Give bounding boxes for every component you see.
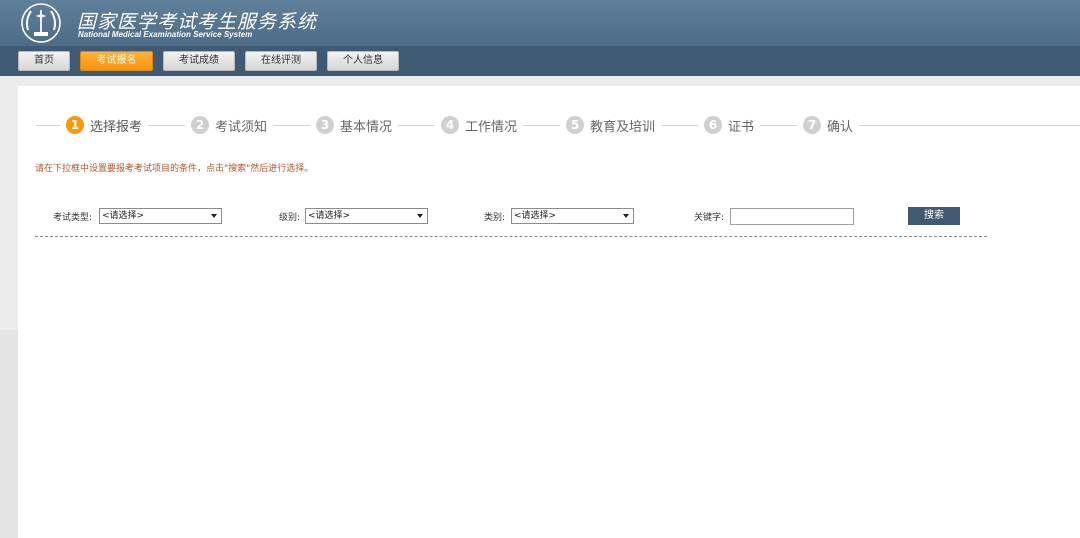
- chevron-down-icon: [211, 214, 217, 218]
- exam-type-label: 考试类型:: [53, 213, 93, 223]
- step-label: 工作情况: [465, 119, 518, 135]
- nav-online-assessment[interactable]: 在线评测: [245, 51, 317, 71]
- main-nav: 首页 考试报名 考试成绩 在线评测 个人信息: [0, 46, 1080, 76]
- exam-type-select[interactable]: <请选择>: [99, 208, 222, 224]
- step-number: 4: [441, 116, 459, 134]
- nav-home[interactable]: 首页: [18, 51, 70, 71]
- header-bar: 国家医学考试考生服务系统 National Medical Examinatio…: [0, 0, 1080, 46]
- keyword-input[interactable]: [730, 208, 854, 225]
- step-exam-notice: 2 考试须知: [185, 115, 274, 135]
- nav-exam-registration[interactable]: 考试报名: [80, 51, 153, 71]
- level-select[interactable]: <请选择>: [305, 208, 428, 224]
- category-label: 类别:: [484, 213, 506, 223]
- step-number: 2: [191, 116, 209, 134]
- category-select[interactable]: <请选择>: [511, 208, 634, 224]
- keyword-label: 关键字:: [694, 213, 725, 223]
- step-label: 教育及培训: [590, 119, 656, 135]
- step-work-info: 4 工作情况: [435, 115, 524, 135]
- step-education-training: 5 教育及培训: [560, 115, 662, 135]
- emblem-logo-icon: [21, 3, 61, 43]
- step-number: 7: [803, 116, 821, 134]
- step-certificate: 6 证书: [698, 115, 761, 135]
- chevron-down-icon: [623, 214, 629, 218]
- step-number: 1: [66, 116, 84, 134]
- system-subtitle: National Medical Examination Service Sys…: [78, 30, 253, 39]
- step-label: 确认: [827, 119, 854, 135]
- step-label: 选择报考: [90, 119, 143, 135]
- search-button[interactable]: 搜索: [908, 207, 960, 225]
- step-confirm: 7 确认: [797, 115, 860, 135]
- nav-personal-info[interactable]: 个人信息: [327, 51, 399, 71]
- level-value: <请选择>: [308, 211, 351, 221]
- exam-type-value: <请选择>: [102, 211, 145, 221]
- step-label: 证书: [728, 119, 755, 135]
- left-margin-strip: [0, 330, 18, 538]
- content-panel: [18, 86, 1080, 538]
- top-spacer: [0, 76, 1080, 86]
- step-number: 3: [316, 116, 334, 134]
- instruction-text: 请在下拉框中设置要报考考试项目的条件，点击"搜索"然后进行选择。: [35, 164, 314, 174]
- nav-exam-scores[interactable]: 考试成绩: [163, 51, 235, 71]
- step-label: 考试须知: [215, 119, 268, 135]
- level-label: 级别:: [279, 213, 301, 223]
- chevron-down-icon: [417, 214, 423, 218]
- step-basic-info: 3 基本情况: [310, 115, 399, 135]
- step-number: 5: [566, 116, 584, 134]
- divider: [35, 236, 987, 237]
- step-select-exam: 1 选择报考: [60, 115, 149, 135]
- step-label: 基本情况: [340, 119, 393, 135]
- step-number: 6: [704, 116, 722, 134]
- category-value: <请选择>: [514, 211, 557, 221]
